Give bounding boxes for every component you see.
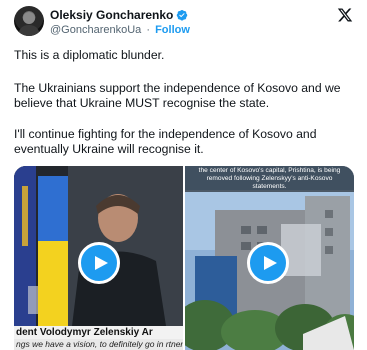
play-icon xyxy=(94,256,108,270)
author-name[interactable]: Oleksiy Goncharenko xyxy=(50,8,173,22)
tweet-text-paragraph-1: This is a diplomatic blunder. xyxy=(14,48,165,62)
follow-button[interactable]: Follow xyxy=(155,24,190,36)
video-thumbnail-right[interactable]: the center of Kosovo's capital, Prishtin… xyxy=(185,166,354,350)
subtitle-line-2: ngs we have a vision, to definitely go i… xyxy=(14,339,183,350)
verified-badge-icon xyxy=(177,10,188,21)
play-icon xyxy=(263,256,277,270)
author-name-row: Oleksiy Goncharenko xyxy=(50,8,188,22)
video-thumbnail-left[interactable]: dent Volodymyr Zelenskiy Ar ngs we have … xyxy=(14,166,183,350)
author-handle-row: @GoncharenkoUa · Follow xyxy=(50,24,190,36)
subtitle-line-1: dent Volodymyr Zelenskiy Ar xyxy=(14,326,183,339)
author-handle[interactable]: @GoncharenkoUa xyxy=(50,24,141,36)
tweet-text-paragraph-2: The Ukrainians support the independence … xyxy=(14,81,341,110)
x-logo-icon[interactable] xyxy=(337,7,353,23)
tweet-text-paragraph-3: I'll continue fighting for the independe… xyxy=(14,127,317,156)
play-button-right[interactable] xyxy=(247,242,289,284)
separator-dot: · xyxy=(146,24,151,36)
media-grid: dent Volodymyr Zelenskiy Ar ngs we have … xyxy=(14,166,354,350)
tweet-card: Oleksiy Goncharenko @GoncharenkoUa · Fol… xyxy=(0,0,367,350)
video-caption: the center of Kosovo's capital, Prishtin… xyxy=(185,166,354,192)
play-button-left[interactable] xyxy=(78,242,120,284)
avatar[interactable] xyxy=(14,6,44,36)
